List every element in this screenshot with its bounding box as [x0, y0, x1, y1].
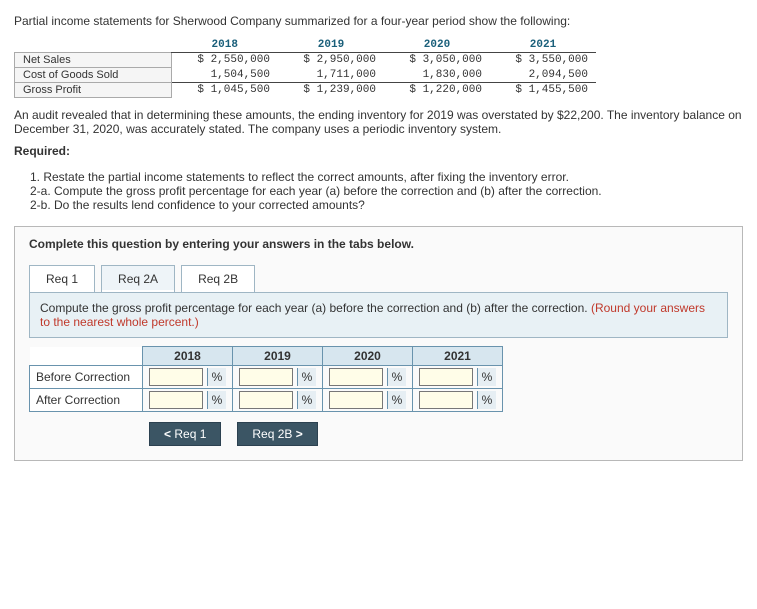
- col-year-2018: 2018: [172, 38, 279, 53]
- gp-2021: $ 1,455,500: [490, 83, 596, 98]
- chevron-right-icon: >: [296, 427, 303, 441]
- cogs-2021: 2,094,500: [490, 68, 596, 83]
- percent-unit: %: [297, 368, 316, 386]
- row-cogs-label: Cost of Goods Sold: [15, 68, 172, 83]
- gp-2019: $ 1,239,000: [278, 83, 384, 98]
- row-gp-label: Gross Profit: [15, 83, 172, 98]
- ans-col-2018: 2018: [143, 347, 233, 366]
- percent-unit: %: [477, 368, 496, 386]
- percent-unit: %: [477, 391, 496, 409]
- percent-unit: %: [207, 391, 226, 409]
- cogs-2018: 1,504,500: [172, 68, 279, 83]
- col-year-2020: 2020: [384, 38, 490, 53]
- row-net-sales-label: Net Sales: [15, 53, 172, 68]
- after-2021-input[interactable]: [419, 391, 473, 409]
- required-line-2: 2-a. Compute the gross profit percentage…: [30, 184, 743, 198]
- required-list: 1. Restate the partial income statements…: [30, 170, 743, 212]
- net-sales-2021: $ 3,550,000: [490, 53, 596, 68]
- instruction-text: Compute the gross profit percentage for …: [40, 301, 591, 315]
- panel-note: Complete this question by entering your …: [29, 237, 728, 251]
- tab-req-2a[interactable]: Req 2A: [101, 265, 175, 292]
- after-2018-input[interactable]: [149, 391, 203, 409]
- prev-button[interactable]: < Req 1: [149, 422, 221, 446]
- tab-bar: Req 1 Req 2A Req 2B: [29, 265, 728, 292]
- ans-col-2020: 2020: [323, 347, 413, 366]
- ans-col-2021: 2021: [413, 347, 503, 366]
- ans-row-after-label: After Correction: [30, 389, 143, 412]
- required-line-3: 2-b. Do the results lend confidence to y…: [30, 198, 743, 212]
- net-sales-2018: $ 2,550,000: [172, 53, 279, 68]
- cogs-2020: 1,830,000: [384, 68, 490, 83]
- answer-panel: Complete this question by entering your …: [14, 226, 743, 461]
- ans-row-before-label: Before Correction: [30, 366, 143, 389]
- col-year-2021: 2021: [490, 38, 596, 53]
- financial-table: 2018 2019 2020 2021 Net Sales $ 2,550,00…: [14, 38, 596, 98]
- before-2020-input[interactable]: [329, 368, 383, 386]
- tab-req-2b[interactable]: Req 2B: [181, 265, 255, 292]
- prev-button-label: Req 1: [174, 427, 206, 441]
- cogs-2019: 1,711,000: [278, 68, 384, 83]
- net-sales-2020: $ 3,050,000: [384, 53, 490, 68]
- percent-unit: %: [387, 368, 406, 386]
- gp-2020: $ 1,220,000: [384, 83, 490, 98]
- percent-unit: %: [387, 391, 406, 409]
- chevron-left-icon: <: [164, 427, 171, 441]
- ans-col-2019: 2019: [233, 347, 323, 366]
- instruction-box: Compute the gross profit percentage for …: [29, 292, 728, 338]
- required-line-1: 1. Restate the partial income statements…: [30, 170, 743, 184]
- after-2020-input[interactable]: [329, 391, 383, 409]
- after-2019-input[interactable]: [239, 391, 293, 409]
- net-sales-2019: $ 2,950,000: [278, 53, 384, 68]
- col-year-2019: 2019: [278, 38, 384, 53]
- answer-grid: 2018 2019 2020 2021 Before Correction % …: [29, 346, 503, 412]
- next-button[interactable]: Req 2B >: [237, 422, 317, 446]
- before-2018-input[interactable]: [149, 368, 203, 386]
- before-2021-input[interactable]: [419, 368, 473, 386]
- tab-req-1[interactable]: Req 1: [29, 265, 95, 292]
- next-button-label: Req 2B: [252, 427, 292, 441]
- before-2019-input[interactable]: [239, 368, 293, 386]
- nav-buttons: < Req 1 Req 2B >: [149, 422, 728, 446]
- intro-text: Partial income statements for Sherwood C…: [14, 14, 743, 28]
- required-header: Required:: [14, 144, 743, 158]
- audit-text: An audit revealed that in determining th…: [14, 108, 743, 136]
- percent-unit: %: [297, 391, 316, 409]
- percent-unit: %: [207, 368, 226, 386]
- gp-2018: $ 1,045,500: [172, 83, 279, 98]
